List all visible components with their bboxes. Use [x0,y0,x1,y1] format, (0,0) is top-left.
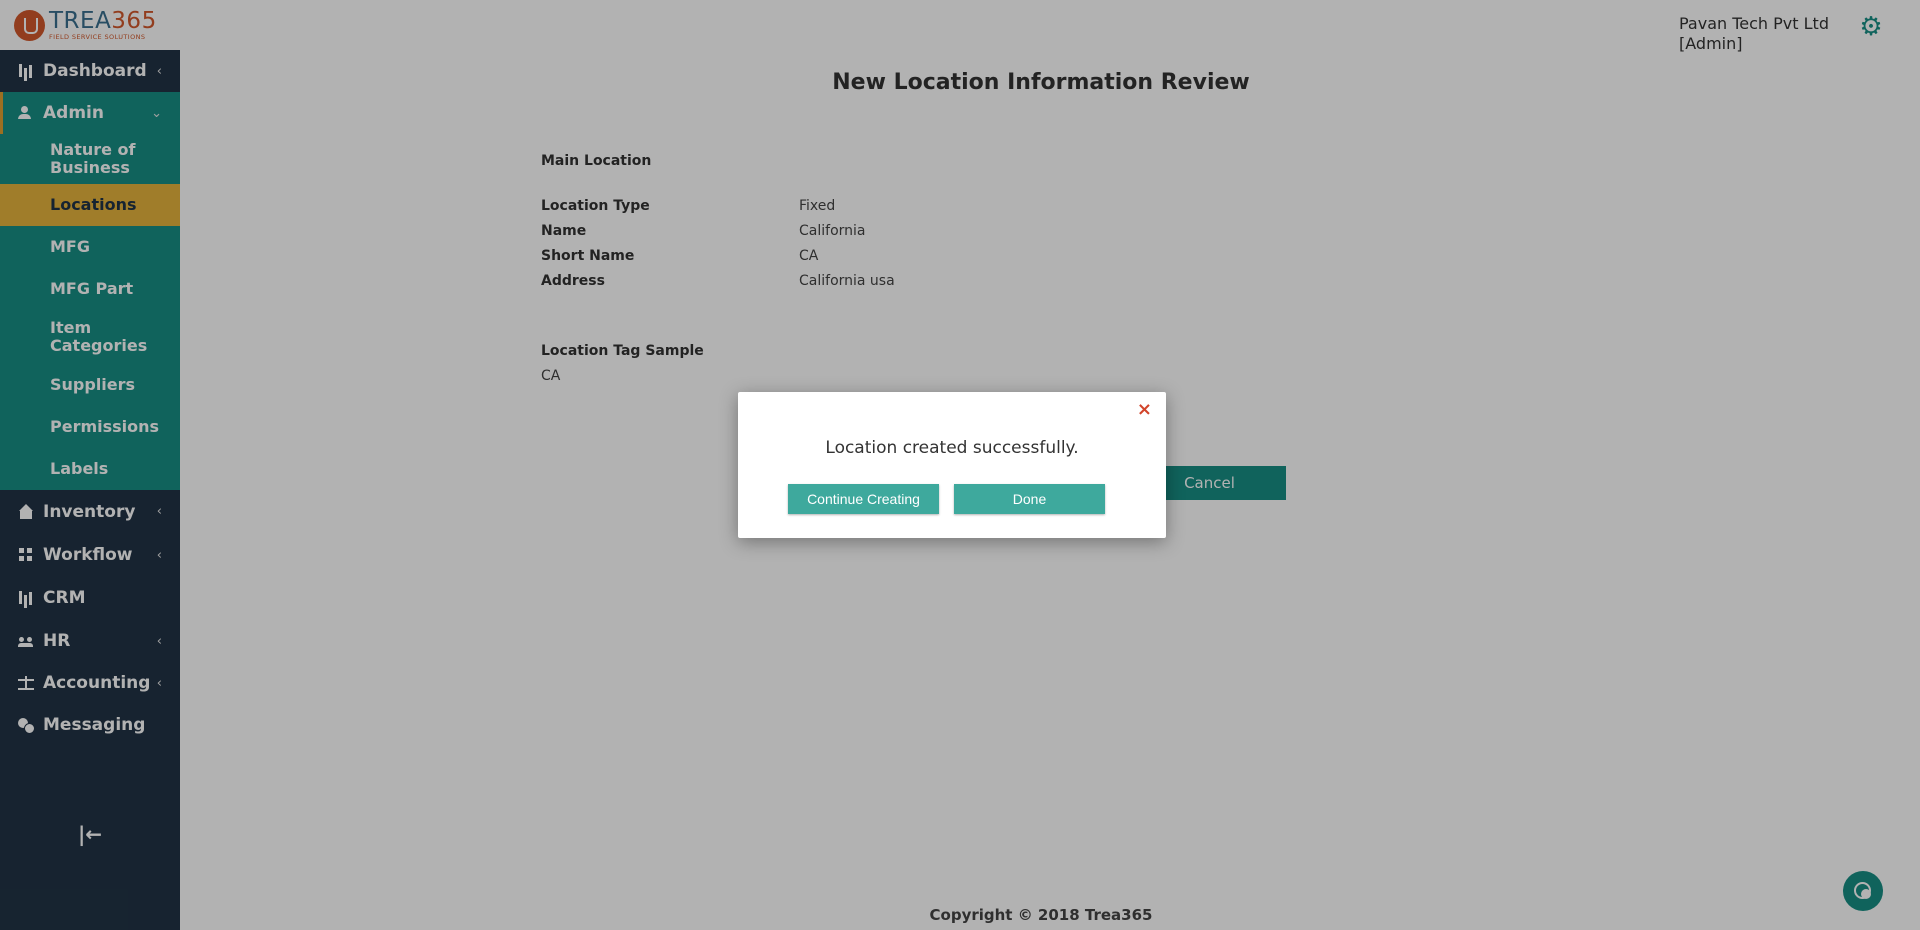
done-button[interactable]: Done [954,484,1105,514]
success-dialog: × Location created successfully. Continu… [738,392,1166,538]
close-icon[interactable]: × [1137,400,1152,420]
continue-creating-button[interactable]: Continue Creating [788,484,939,514]
dialog-message: Location created successfully. [825,438,1079,458]
